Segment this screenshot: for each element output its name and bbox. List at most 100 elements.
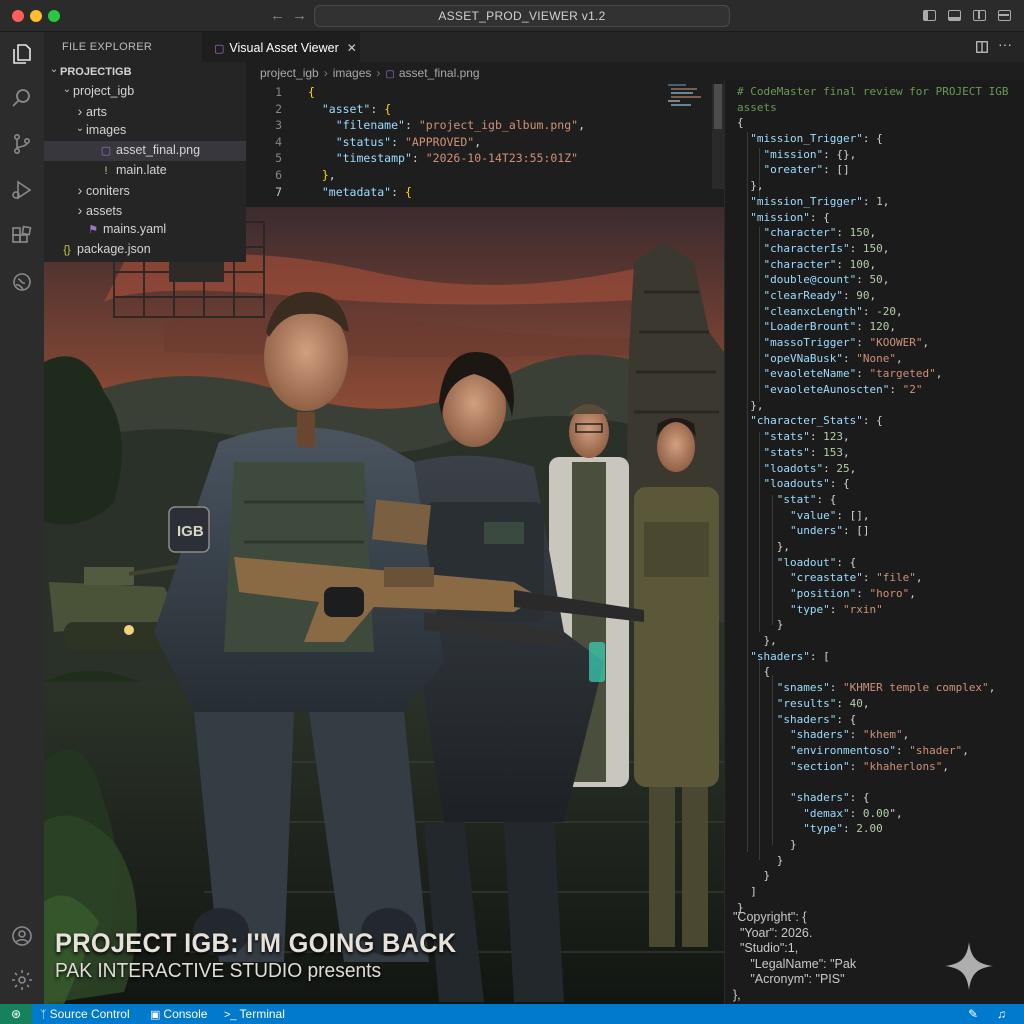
tree-item[interactable]: ! main.late xyxy=(44,161,246,181)
line-number: 6 xyxy=(275,167,282,182)
search-icon[interactable] xyxy=(8,84,36,112)
breadcrumb-item[interactable]: project_igb xyxy=(260,66,319,80)
extensions-icon[interactable] xyxy=(8,222,36,250)
tree-item-label: package.json xyxy=(77,242,151,257)
run-debug-icon[interactable] xyxy=(8,176,36,204)
review-code-line: "loadots": 25, xyxy=(763,461,857,475)
toggle-panel-icon[interactable] xyxy=(948,10,961,21)
tree-item[interactable]: ⚑ mains.yaml xyxy=(44,220,246,240)
review-panel: # CodeMaster final review for PROJECT IG… xyxy=(724,80,1024,1004)
review-code-line: { xyxy=(737,665,771,679)
code-line[interactable]: 4 "status": "APPROVED", xyxy=(246,134,724,151)
split-layout-icon[interactable] xyxy=(973,10,986,21)
copyright-line: "LegalName": "Pak xyxy=(733,956,857,971)
console-icon: ▣ xyxy=(150,1009,161,1021)
source-control-icon[interactable] xyxy=(8,130,36,158)
tree-item[interactable]: ⌄ PROJECTIGB xyxy=(44,62,246,82)
tab-label: Visual Asset Viewer xyxy=(229,41,339,55)
settings-gear-icon[interactable] xyxy=(8,966,36,994)
breadcrumb-chevron-icon: › xyxy=(376,66,381,80)
customize-layout-icon[interactable] xyxy=(998,10,1011,21)
review-code-line: }, xyxy=(737,634,777,648)
forward-arrow-icon[interactable]: → xyxy=(292,7,307,24)
copyright-line: }, xyxy=(733,987,741,1002)
review-code-line: "mission": { xyxy=(750,210,830,224)
review-code-line: "position": "horo", xyxy=(789,587,916,600)
tab-visual-asset-viewer[interactable]: ▢ Visual Asset Viewer ✕ xyxy=(202,32,360,62)
terminal-icon: >_ xyxy=(224,1009,237,1021)
review-code-line: "loadout": { xyxy=(776,555,857,569)
tree-item[interactable]: {} package.json xyxy=(44,240,246,260)
tree-item[interactable]: › coniters xyxy=(44,181,246,201)
back-arrow-icon[interactable]: ← xyxy=(270,7,285,24)
status-console[interactable]: ▣ Console xyxy=(150,1004,207,1024)
code-line[interactable]: 5 "timestamp": "2026-10-14T23:55:01Z" xyxy=(246,150,724,167)
status-source-control[interactable]: ᛉ Source Control xyxy=(40,1004,130,1024)
yaml-file-icon: ⚑ xyxy=(88,224,98,237)
review-code-line: } xyxy=(737,869,771,883)
editor-scrollbar[interactable] xyxy=(712,84,724,189)
split-editor-icon[interactable] xyxy=(976,41,988,53)
review-code-line: "type": 2.00 xyxy=(803,822,883,836)
review-code-line: "characterIs": 150, xyxy=(763,241,890,255)
review-code-line: "shaders": [ xyxy=(750,649,830,663)
tree-item[interactable]: ⌄ project_igb xyxy=(44,82,246,102)
window-title[interactable]: ASSET_PROD_VIEWER v1.2 xyxy=(314,5,730,27)
tree-item[interactable]: ⌄ images xyxy=(44,121,246,141)
notifications-bell-icon[interactable]: ♫ xyxy=(997,1004,1006,1024)
copyright-line: "Copyright": { xyxy=(733,910,807,924)
review-code-line: ] xyxy=(737,885,757,899)
remote-explorer-icon[interactable] xyxy=(8,268,36,296)
code-line[interactable]: 2 "asset": { xyxy=(246,101,724,118)
review-code-line: } xyxy=(737,618,784,632)
chevron-down-icon: ⌄ xyxy=(62,83,72,95)
review-code-line: "clearReady": 90, xyxy=(763,288,877,302)
breadcrumb-item[interactable]: asset_final.png xyxy=(399,66,480,80)
editor-scrollbar-thumb[interactable] xyxy=(714,84,722,129)
tree-item[interactable]: ▢ asset_final.png xyxy=(44,141,246,161)
chevron-right-icon: › xyxy=(77,181,83,198)
line-number: 3 xyxy=(275,118,282,133)
file-explorer: FILE EXPLORER ··· ⌄PROJECTIGB⌄project_ig… xyxy=(44,32,246,262)
close-window-button[interactable] xyxy=(12,10,24,22)
review-code-line: "mission": {}, xyxy=(763,147,857,161)
toggle-sidebar-icon[interactable] xyxy=(923,10,936,21)
review-code[interactable]: # CodeMaster final review for PROJECT IG… xyxy=(737,84,1009,915)
maximize-window-button[interactable] xyxy=(48,10,60,22)
minimize-window-button[interactable] xyxy=(30,10,42,22)
status-terminal[interactable]: >_ Terminal xyxy=(224,1004,285,1024)
code-line[interactable]: 6 }, xyxy=(246,167,724,184)
line-number: 4 xyxy=(275,134,282,149)
review-code-line: "creastate": "file", xyxy=(789,571,923,585)
image-file-icon: ▢ xyxy=(385,69,395,80)
code-line[interactable]: 7 "metadata": { xyxy=(246,184,724,201)
minimap[interactable] xyxy=(668,84,708,184)
code-line[interactable]: 1{ xyxy=(246,84,724,101)
review-code-line: "shaders": { xyxy=(776,712,857,726)
review-code-line: "environmentoso": "shader", xyxy=(789,743,969,757)
poster-subtitle: PAK INTERACTIVE STUDIO presents xyxy=(55,960,382,982)
breadcrumb: project_igb › images › ▢ asset_final.png xyxy=(246,62,724,84)
review-code-line: "oreater": [] xyxy=(763,163,850,177)
review-code-line: "evaoleteAunoscten": "2" xyxy=(763,383,923,397)
line-number: 7 xyxy=(275,184,282,199)
code-text: "filename": "project_igb_album.png", xyxy=(335,118,585,133)
tree-item-label: project_igb xyxy=(73,83,135,98)
preview-file-icon: ▢ xyxy=(214,43,225,55)
feedback-icon[interactable]: ✎ xyxy=(968,1004,978,1024)
remote-indicator-icon[interactable]: ⊛ xyxy=(0,1004,32,1024)
code-editor[interactable]: project_igb › images › ▢ asset_final.png 1{2 … xyxy=(246,62,724,207)
explorer-icon[interactable] xyxy=(8,40,36,68)
close-tab-icon[interactable]: ✕ xyxy=(347,41,357,55)
activity-bar xyxy=(0,32,44,1004)
breadcrumb-item[interactable]: images xyxy=(333,66,372,80)
account-icon[interactable] xyxy=(8,922,36,950)
poster-artwork: IGB xyxy=(44,202,724,1004)
tree-item[interactable]: › assets xyxy=(44,201,246,221)
tree-item-label: mains.yaml xyxy=(103,222,167,237)
tree-item-label: assets xyxy=(86,203,123,218)
code-line[interactable]: 3 "filename": "project_igb_album.png", xyxy=(246,117,724,134)
editor-more-icon[interactable]: ··· xyxy=(998,36,1012,52)
review-code-line: "demax": 0.00", xyxy=(803,806,903,820)
tree-item-label: coniters xyxy=(86,183,130,198)
